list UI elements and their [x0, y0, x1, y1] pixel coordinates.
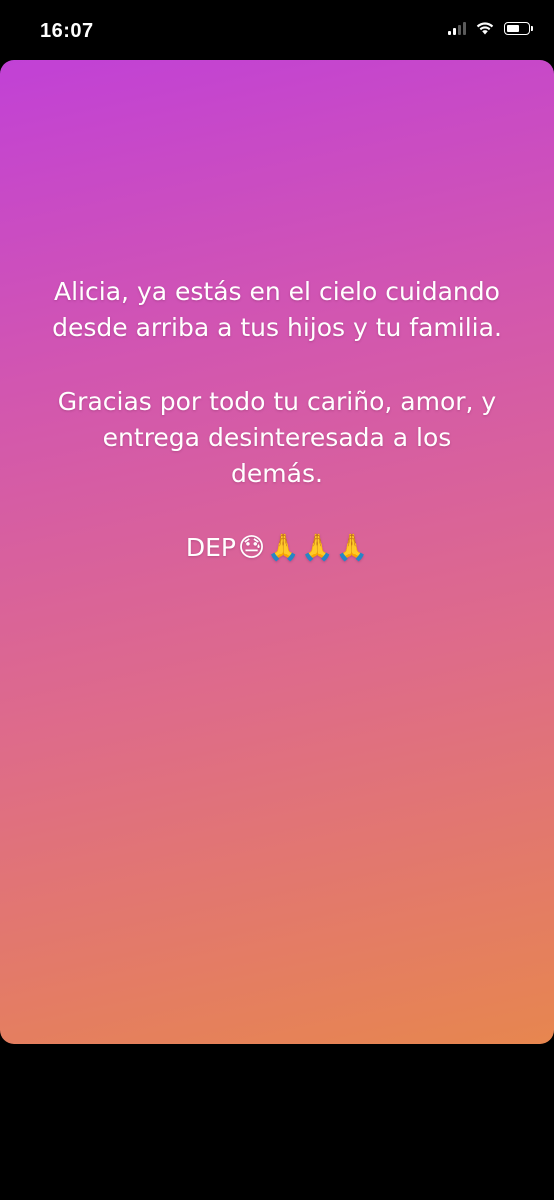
story-line-3: Gracias por todo tu cariño, amor, y: [57, 387, 497, 416]
status-time: 16:07: [40, 20, 94, 42]
story-line-5: demás.: [231, 459, 323, 488]
battery-icon: [504, 22, 533, 35]
story-text: Alicia, ya estás en el cielo cuidando de…: [20, 274, 534, 566]
bottom-bar: [0, 1044, 554, 1200]
wifi-icon: [476, 22, 494, 35]
story-card[interactable]: Alicia, ya estás en el cielo cuidando de…: [0, 60, 554, 1044]
cellular-signal-icon: [448, 22, 466, 35]
sad-sweat-face-icon: 😓: [237, 533, 266, 563]
dep-line: DEP 😓 🙏 🙏 🙏: [20, 530, 534, 566]
story-line-2: desde arriba a tus hijos y tu familia.: [52, 313, 502, 342]
status-icons: [448, 22, 533, 35]
story-line-4: entrega desinteresada a los: [102, 423, 452, 452]
dep-text: DEP: [185, 533, 236, 562]
praying-hands-icon: 🙏: [301, 533, 334, 563]
praying-hands-icon: 🙏: [335, 533, 369, 563]
story-line-1: Alicia, ya estás en el cielo cuidando: [54, 277, 500, 306]
praying-hands-icon: 🙏: [267, 533, 300, 563]
status-bar: 16:07: [0, 0, 554, 60]
